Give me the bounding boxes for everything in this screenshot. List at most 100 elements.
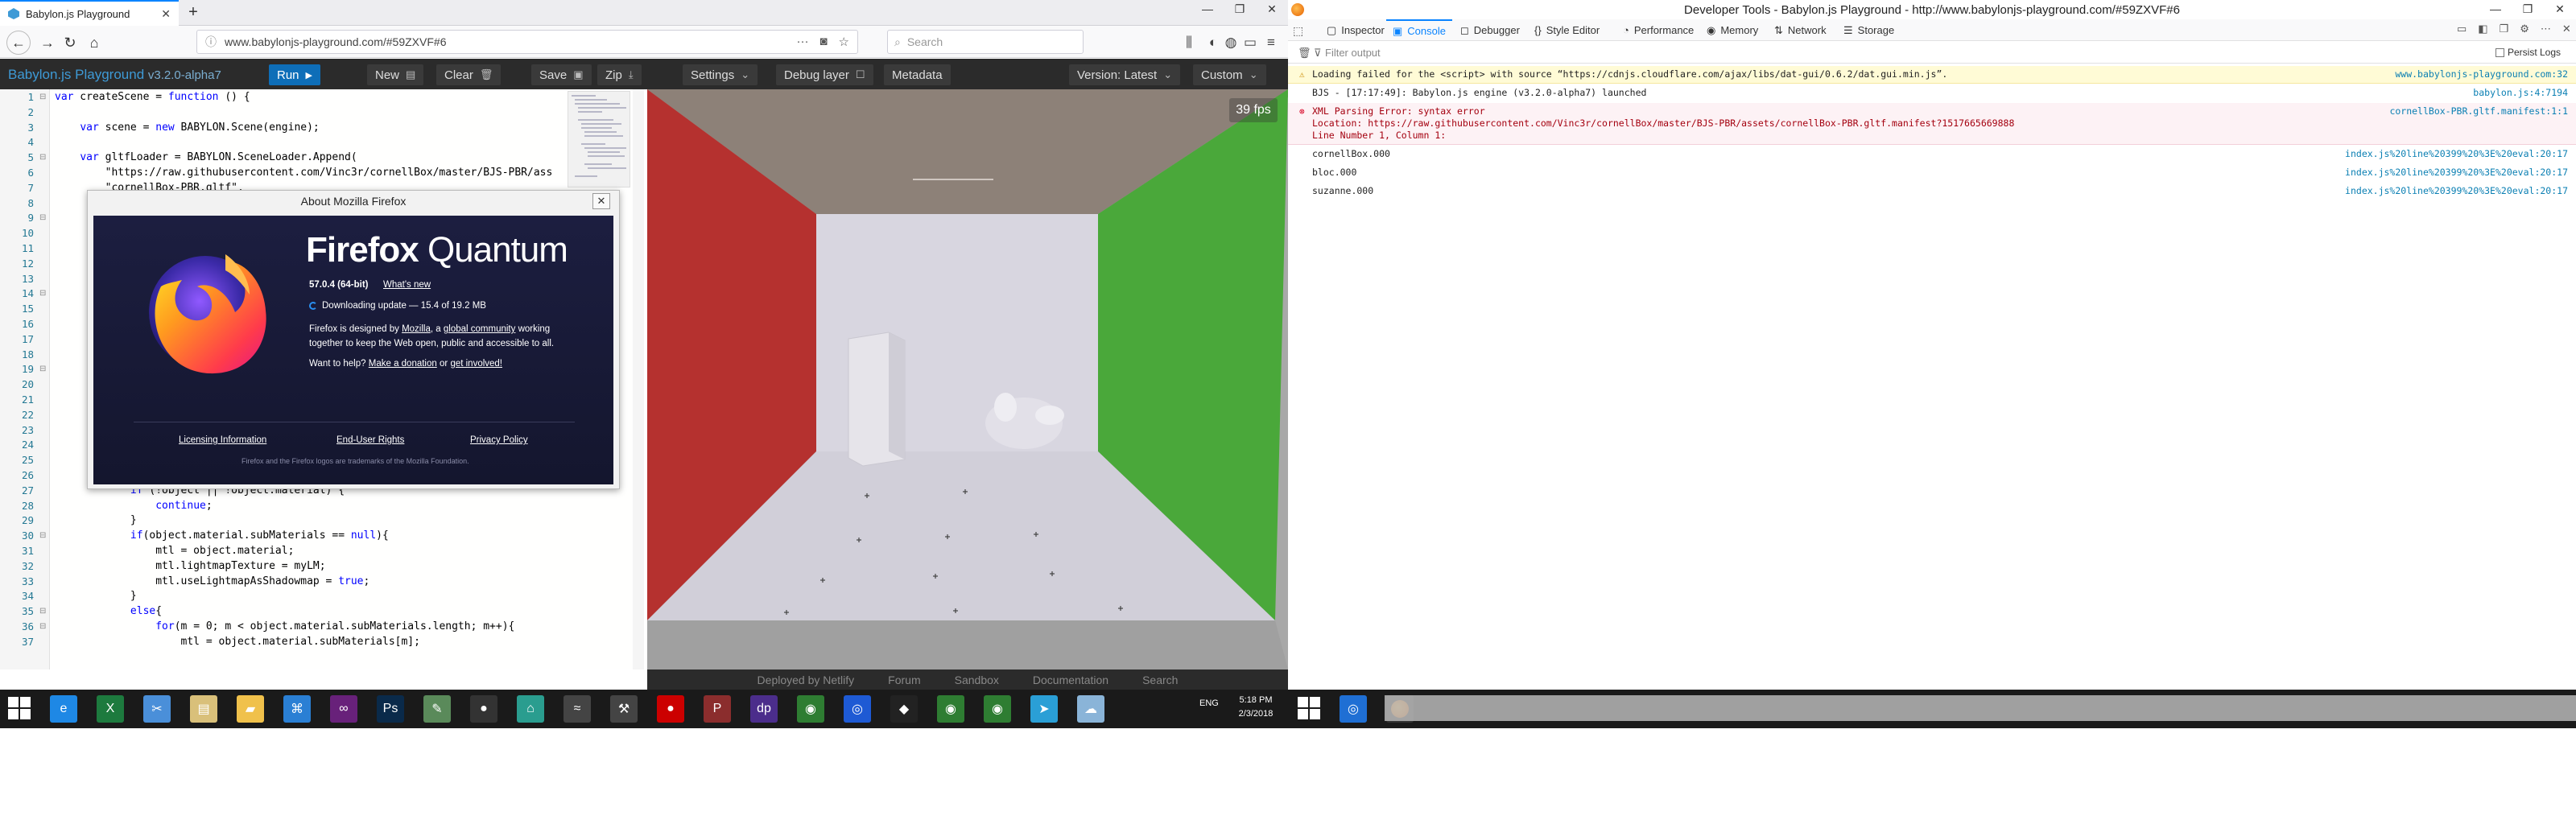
back-button[interactable]: ←	[6, 31, 31, 55]
code-line[interactable]: mtl = object.material.subMaterials[m];	[55, 636, 420, 648]
version-select[interactable]: Version: Latest ⌄	[1069, 64, 1181, 85]
console-source-link[interactable]: babylon.js:4:7194	[2473, 87, 2568, 99]
documentation-link[interactable]: Documentation	[1033, 674, 1108, 686]
code-minimap[interactable]	[568, 91, 630, 187]
hamburger-menu-icon[interactable]: ≡	[1261, 32, 1282, 53]
taskbar-app-house-icon[interactable]: ⌂	[517, 695, 544, 723]
global-community-link[interactable]: global community	[444, 324, 515, 334]
run-button[interactable]: Run ▶	[269, 64, 320, 85]
code-line[interactable]: var gltfLoader = BABYLON.SceneLoader.App…	[55, 151, 357, 163]
sidebar-icon[interactable]: ▭	[1240, 32, 1261, 53]
taskbar-edge-icon[interactable]: e	[50, 695, 77, 723]
console-source-link[interactable]: index.js%20line%20399%20%3E%20eval:20:17	[2345, 148, 2568, 160]
taskbar-chrome-icon[interactable]: ◉	[797, 695, 824, 723]
dock-side-icon[interactable]: ◧	[2478, 23, 2487, 35]
tab-performance[interactable]: ◔ Performance	[1616, 19, 1700, 41]
language-indicator[interactable]: ENG	[1199, 698, 1219, 708]
close-window-icon[interactable]: ✕	[1256, 0, 1288, 19]
licensing-link[interactable]: Licensing Information	[179, 435, 266, 445]
sync-icon[interactable]: ◍	[1220, 32, 1241, 53]
code-line[interactable]: continue;	[55, 500, 212, 512]
donation-link[interactable]: Make a donation	[369, 359, 437, 369]
code-line[interactable]: for(m = 0; m < object.material.subMateri…	[55, 620, 514, 632]
new-tab-button[interactable]: +	[182, 2, 204, 23]
mozilla-link[interactable]: Mozilla	[402, 324, 431, 334]
code-line[interactable]: mtl = object.material;	[55, 545, 294, 557]
tab-style-editor[interactable]: {} Style Editor	[1528, 19, 1606, 41]
taskbar-chromium-icon[interactable]: ◎	[844, 695, 871, 723]
filter-output-input[interactable]: Filter output	[1325, 47, 1381, 59]
taskbar-cloud-icon[interactable]: ☁	[1077, 695, 1104, 723]
windows-start-icon[interactable]	[8, 697, 32, 721]
code-line[interactable]: }	[55, 590, 137, 602]
tab-storage[interactable]: ☰ Storage	[1837, 19, 1901, 41]
render-canvas[interactable]	[647, 89, 1288, 670]
code-line[interactable]: if(object.material.subMaterials == null)…	[55, 529, 389, 542]
more-options-icon[interactable]: ⋯	[2541, 23, 2551, 35]
page-actions-icon[interactable]: ···	[796, 35, 808, 49]
settings-gear-icon[interactable]: ⚙	[2520, 23, 2529, 35]
pocket-icon[interactable]: ◙	[819, 35, 827, 49]
search-link[interactable]: Search	[1142, 674, 1178, 686]
close-devtools-icon[interactable]: ✕	[2562, 23, 2571, 35]
element-picker-icon[interactable]: ⬚	[1293, 24, 1303, 38]
fold-toggle-icon[interactable]: ⊟	[39, 289, 46, 298]
sandbox-link[interactable]: Sandbox	[955, 674, 999, 686]
fold-toggle-icon[interactable]: ⊟	[39, 622, 46, 631]
taskbar-vscode-icon[interactable]: ⌘	[283, 695, 311, 723]
code-line[interactable]: else{	[55, 605, 162, 617]
end-user-rights-link[interactable]: End-User Rights	[336, 435, 404, 445]
home-button[interactable]: ⌂	[82, 32, 106, 53]
console-source-link[interactable]: www.babylonjs-playground.com:32	[2395, 68, 2568, 80]
whats-new-link[interactable]: What's new	[383, 280, 431, 290]
save-button[interactable]: Save ▣	[531, 64, 592, 85]
code-line[interactable]: mtl.useLightmapAsShadowmap = true;	[55, 575, 369, 587]
debug-layer-button[interactable]: Debug layer ☐	[776, 64, 873, 85]
taskbar-excel-icon[interactable]: X	[97, 695, 124, 723]
new-button[interactable]: New ▤	[367, 64, 424, 85]
forward-button[interactable]: →	[35, 32, 60, 53]
checkbox[interactable]	[2496, 47, 2504, 57]
console-source-link[interactable]: index.js%20line%20399%20%3E%20eval:20:17	[2345, 167, 2568, 179]
tab-inspector[interactable]: ▢ Inspector	[1320, 19, 1391, 41]
custom-dropdown[interactable]: Custom ⌄	[1193, 64, 1266, 85]
taskbar-explorer-icon[interactable]: ▰	[237, 695, 264, 723]
code-line[interactable]: }	[55, 514, 137, 526]
get-involved-link[interactable]: get involved!	[450, 359, 502, 369]
separate-window-icon[interactable]: ❐	[2500, 23, 2509, 35]
minimize-window-icon[interactable]: —	[1191, 0, 1224, 19]
dock-bottom-icon[interactable]: ▭	[2457, 23, 2467, 35]
metadata-button[interactable]: Metadata	[884, 64, 951, 85]
taskbar-tools-icon[interactable]: ⚒	[610, 695, 638, 723]
taskbar-firefox-icon[interactable]: ●	[470, 695, 497, 723]
close-dialog-button[interactable]: ✕	[592, 193, 610, 209]
taskbar-inkscape-icon[interactable]: ◆	[890, 695, 918, 723]
search-input[interactable]: ⌕ Search	[887, 30, 1084, 54]
close-window-icon[interactable]: ✕	[2544, 0, 2576, 19]
tab-network[interactable]: ⇅ Network	[1768, 19, 1833, 41]
reload-button[interactable]: ↻	[58, 32, 82, 53]
taskbar-chrome2-icon[interactable]: ◉	[937, 695, 964, 723]
taskbar-snipping-icon[interactable]: ✂	[143, 695, 171, 723]
console-source-link[interactable]: cornellBox-PBR.gltf.manifest:1:1	[2389, 105, 2568, 117]
tab-debugger[interactable]: ◻ Debugger	[1454, 19, 1526, 41]
system-clock[interactable]: 5:18 PM 2/3/2018	[1232, 694, 1280, 721]
fold-toggle-icon[interactable]: ⊟	[39, 153, 46, 162]
taskbar-pdf-icon[interactable]: P	[704, 695, 731, 723]
code-line[interactable]: var scene = new BABYLON.Scene(engine);	[55, 122, 319, 134]
taskbar-bridge-icon[interactable]: ≈	[564, 695, 591, 723]
clear-console-icon[interactable]: 🗑	[1298, 47, 1311, 60]
taskbar-chrome3-icon[interactable]: ◉	[984, 695, 1011, 723]
zip-button[interactable]: Zip ⤓	[597, 64, 642, 85]
fold-toggle-icon[interactable]: ⊟	[39, 213, 46, 222]
bookmark-star-icon[interactable]: ☆	[839, 35, 849, 49]
taskbar-chromium-icon[interactable]: ◎	[1340, 695, 1367, 723]
persist-logs-toggle[interactable]: Persist Logs	[2496, 47, 2561, 58]
taskbar-vs-icon[interactable]: ∞	[330, 695, 357, 723]
code-line[interactable]: var createScene = function () {	[55, 91, 250, 103]
taskbar-photoshop-icon[interactable]: Ps	[377, 695, 404, 723]
netlify-link[interactable]: Deployed by Netlify	[758, 674, 855, 686]
code-line[interactable]: "https://raw.githubusercontent.com/Vinc3…	[55, 167, 553, 179]
taskbar-dp-icon[interactable]: dp	[750, 695, 778, 723]
taskbar-record-icon[interactable]: ●	[657, 695, 684, 723]
